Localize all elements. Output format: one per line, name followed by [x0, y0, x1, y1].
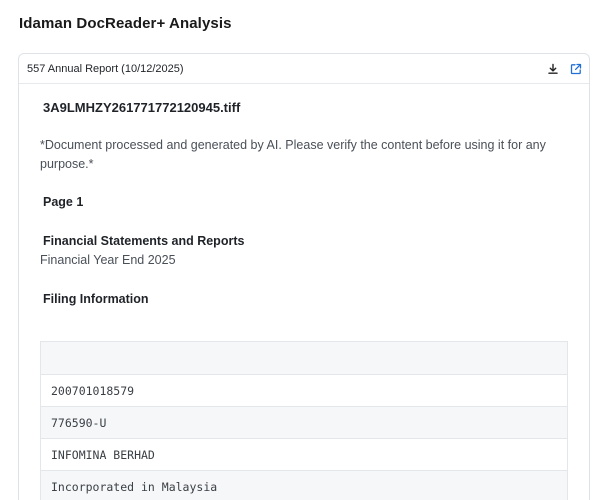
filing-table: 200701018579 776590-U INFOMINA BERHAD In…	[40, 341, 568, 500]
financial-year-text: Financial Year End 2025	[40, 253, 176, 267]
analysis-page: Idaman DocReader+ Analysis 557 Annual Re…	[0, 0, 600, 500]
external-link-icon	[570, 63, 582, 75]
download-button[interactable]	[545, 61, 561, 77]
section-heading-financial: Financial Statements and Reports	[43, 234, 245, 248]
table-row: 200701018579	[41, 375, 567, 407]
panel-header: 557 Annual Report (10/12/2025)	[19, 54, 589, 84]
document-panel: 557 Annual Report (10/12/2025) 3A9LMHZY2…	[18, 53, 590, 500]
table-row: INFOMINA BERHAD	[41, 439, 567, 471]
table-header	[41, 342, 567, 375]
report-title: 557 Annual Report (10/12/2025)	[27, 63, 184, 75]
table-row: Incorporated in Malaysia	[41, 471, 567, 500]
section-heading-filing: Filing Information	[43, 292, 149, 306]
download-icon	[548, 63, 558, 74]
page-label: Page 1	[43, 195, 84, 209]
page-title: Idaman DocReader+ Analysis	[19, 15, 232, 32]
table-row: 776590-U	[41, 407, 567, 439]
open-external-button[interactable]	[568, 61, 584, 77]
file-name: 3A9LMHZY261771772120945.tiff	[43, 100, 241, 115]
ai-disclaimer: *Document processed and generated by AI.…	[40, 138, 546, 171]
